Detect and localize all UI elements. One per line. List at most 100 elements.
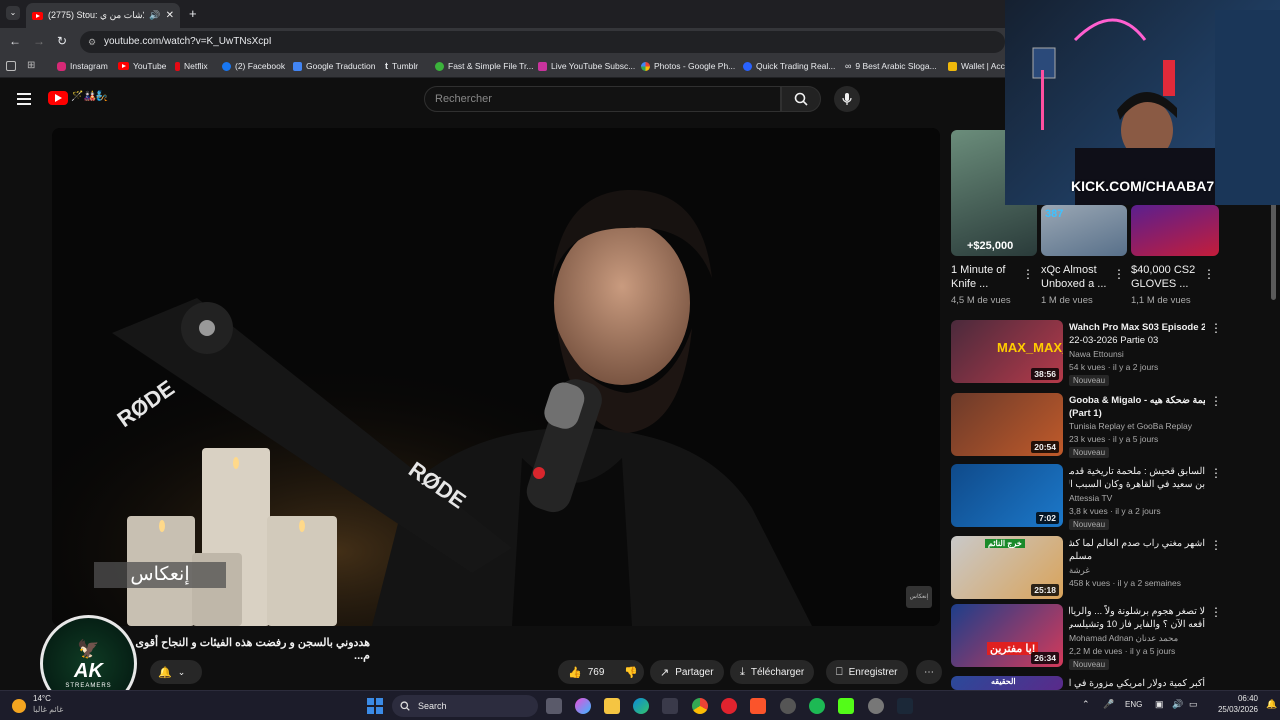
bookmark-wallet[interactable]: Wallet | Acc...: [948, 61, 1012, 71]
clock-time[interactable]: 06:40: [1222, 694, 1258, 703]
more-vert-icon[interactable]: ⋮: [1210, 606, 1222, 618]
shelf-thumb-3[interactable]: [1131, 205, 1219, 256]
edge-icon[interactable]: [633, 698, 649, 714]
rec-subtitle[interactable]: (Part 1): [1069, 407, 1205, 420]
rec-title[interactable]: Gooba & Migalo - شيمة ضحكة هيه: [1069, 394, 1205, 407]
video-player[interactable]: RØDE RØDE إنعكاس إنعكاس: [52, 128, 940, 626]
opera-icon[interactable]: [721, 698, 737, 714]
speaker-icon[interactable]: 🔊: [149, 10, 160, 21]
search-input[interactable]: Rechercher: [424, 86, 781, 112]
weather-temp[interactable]: 14°C: [33, 694, 51, 703]
forward-arrow-icon[interactable]: →: [33, 34, 45, 48]
rec-thumbnail[interactable]: 7:02: [951, 464, 1063, 527]
new-tab-button[interactable]: +: [189, 6, 197, 21]
more-vert-icon[interactable]: ⋮: [1203, 268, 1215, 280]
rec-thumbnail[interactable]: MAX_MAX_S 38:56: [951, 320, 1063, 383]
obs-icon[interactable]: [780, 698, 796, 714]
shelf-thumb-2[interactable]: 387: [1041, 205, 1127, 256]
shelf-title-2[interactable]: xQc Almost Unboxed a ...: [1041, 263, 1109, 291]
site-info-icon[interactable]: ⚙: [88, 31, 96, 53]
rec-channel[interactable]: Nawa Ettounsi: [1069, 349, 1124, 359]
volume-icon[interactable]: 🔊: [1172, 699, 1183, 710]
tab-search-button[interactable]: ⌄: [6, 6, 20, 20]
store-icon[interactable]: [662, 698, 678, 714]
notification-bell-button[interactable]: 🔔 ⌄: [150, 660, 202, 684]
hamburger-menu-icon[interactable]: [17, 93, 31, 105]
bookmark-instagram[interactable]: Instagram: [57, 61, 108, 71]
thumbs-up-icon[interactable]: 👍: [568, 666, 582, 679]
rec-thumbnail[interactable]: يا مفترين! 26:34: [951, 604, 1063, 667]
shelf-title-1[interactable]: 1 Minute of Knife ...: [951, 263, 1021, 291]
voice-search-button[interactable]: [834, 86, 860, 112]
copilot-icon[interactable]: [575, 698, 591, 714]
more-actions-button[interactable]: ⋯: [916, 660, 942, 684]
apps-icon[interactable]: [6, 61, 16, 71]
bookmark-netflix[interactable]: Netflix: [175, 61, 208, 71]
more-vert-icon[interactable]: ⋮: [1022, 268, 1034, 280]
notification-icon[interactable]: 🔔: [1266, 699, 1277, 710]
rec-title[interactable]: السابق قحيش : ملحمة تاريخية قدمها البشير: [1069, 465, 1205, 478]
windows-start-icon[interactable]: [367, 698, 383, 714]
close-tab-icon[interactable]: ✕: [166, 10, 174, 21]
tray-chevron-icon[interactable]: ⌃: [1082, 699, 1090, 710]
rec-thumbnail[interactable]: خرج النائم 25:18: [951, 536, 1063, 599]
file-explorer-icon[interactable]: [604, 698, 620, 714]
address-bar[interactable]: ⚙ youtube.com/watch?v=K_UwTNsXcpI: [80, 31, 1005, 53]
bookmark-live-subs[interactable]: Live YouTube Subsc...: [538, 61, 635, 71]
rec-channel[interactable]: Tunisia Replay et GooBa Replay: [1069, 421, 1192, 431]
back-arrow-icon[interactable]: ←: [9, 34, 21, 48]
youtube-logo-icon[interactable]: [48, 91, 68, 105]
more-vert-icon[interactable]: ⋮: [1113, 268, 1125, 280]
rec-channel[interactable]: Mohamad Adnan محمد عدنان: [1069, 633, 1178, 644]
bookmark-google-photos[interactable]: Photos - Google Ph...: [641, 61, 735, 71]
more-vert-icon[interactable]: ⋮: [1210, 395, 1222, 407]
thumbs-down-icon[interactable]: 👎: [624, 666, 638, 679]
brave-icon[interactable]: [750, 698, 766, 714]
more-vert-icon[interactable]: ⋮: [1210, 467, 1222, 479]
rec-subtitle[interactable]: مسلم: [1069, 550, 1205, 563]
rec-title[interactable]: Wahch Pro Max S03 Episode 21: [1069, 321, 1205, 334]
rec-thumbnail[interactable]: 20:54: [951, 393, 1063, 456]
settings-icon[interactable]: [868, 698, 884, 714]
share-button[interactable]: ↗ Partager: [650, 660, 724, 684]
bookmark-file-transfer[interactable]: Fast & Simple File Tr...: [435, 61, 534, 71]
bookmark-youtube[interactable]: YouTube: [118, 61, 166, 71]
rec-channel[interactable]: غرشة: [1069, 565, 1090, 576]
like-count[interactable]: 769: [588, 667, 605, 678]
more-vert-icon[interactable]: ⋮: [1210, 322, 1222, 334]
network-icon[interactable]: ▣: [1155, 699, 1164, 710]
rec-subtitle[interactable]: أفعه الآن ؟ والفاير فاز 10 وتشيلسي أكل 8: [1069, 618, 1205, 631]
chrome-icon[interactable]: [692, 698, 708, 714]
sidebar-scrollbar[interactable]: [1271, 200, 1276, 300]
language-indicator[interactable]: ENG: [1125, 700, 1142, 709]
bookmark-facebook[interactable]: (2) Facebook: [222, 61, 285, 71]
steam-icon[interactable]: [897, 698, 913, 714]
save-button[interactable]: ⎕ Enregistrer: [826, 660, 908, 684]
bookmark-quick-trading[interactable]: Quick Trading Real...: [743, 61, 835, 71]
rec-title[interactable]: اشهر مغني راب صدم العالم لما كشف إنه: [1069, 537, 1205, 550]
bookmark-arabic-slogans[interactable]: ∞ 9 Best Arabic Sloga...: [845, 61, 937, 71]
task-view-icon[interactable]: [546, 698, 562, 714]
browser-tab-active[interactable]: (2775) Stou: الكلاشات من ي... 🔊 ✕: [26, 3, 180, 28]
bookmark-tumblr[interactable]: t Tumblr: [385, 61, 418, 71]
kick-app-icon[interactable]: [838, 698, 854, 714]
shelf-title-3[interactable]: $40,000 CS2 GLOVES ...: [1131, 263, 1201, 291]
weather-desc[interactable]: غائم غالبا: [33, 705, 63, 714]
more-vert-icon[interactable]: ⋮: [1210, 539, 1222, 551]
tray-mic-icon[interactable]: 🎤: [1103, 699, 1114, 710]
rec-subtitle[interactable]: بن سعيد في القاهرة وكان السبب الأول للتأ…: [1069, 478, 1205, 491]
rec-title[interactable]: أكبر كمية دولار امريكي مزورة في التاريخ …: [1069, 677, 1205, 690]
rec-thumbnail[interactable]: الحقيقه: [951, 676, 1063, 690]
battery-icon[interactable]: ▭: [1189, 699, 1198, 710]
clock-date[interactable]: 25/03/2026: [1206, 705, 1258, 714]
search-button[interactable]: [781, 86, 821, 112]
reload-icon[interactable]: ↻: [57, 34, 67, 48]
spotify-icon[interactable]: [809, 698, 825, 714]
rec-title[interactable]: لا تصغر هجوم برشلونة ولاّ ... والريال من: [1069, 605, 1205, 618]
weather-icon[interactable]: [12, 699, 26, 713]
bookmark-google-translate[interactable]: Google Traduction: [293, 61, 375, 71]
rec-subtitle[interactable]: 22-03-2026 Partie 03: [1069, 334, 1205, 347]
rec-channel[interactable]: Attessia TV: [1069, 493, 1112, 503]
download-button[interactable]: ⤓ Télécharger: [730, 660, 815, 684]
grid-icon[interactable]: ⊞: [27, 60, 35, 71]
